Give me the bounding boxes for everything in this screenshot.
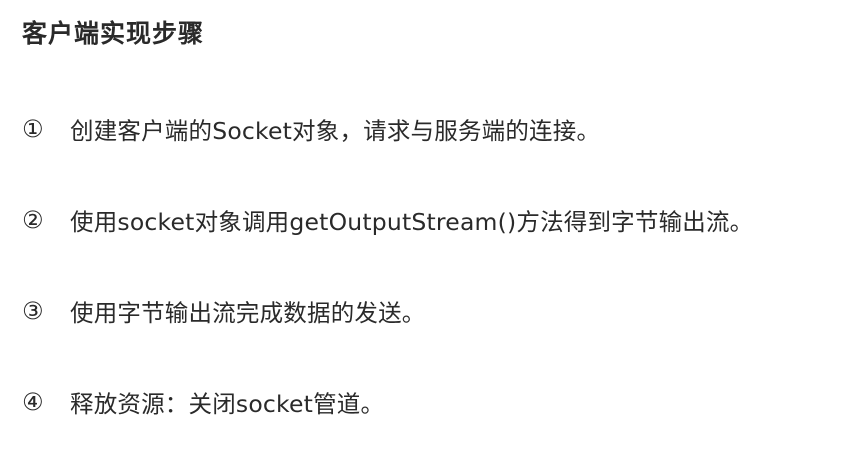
steps-list: ① 创建客户端的Socket对象，请求与服务端的连接。 ② 使用socket对象…	[22, 106, 857, 470]
step-text: 创建客户端的Socket对象，请求与服务端的连接。	[70, 117, 601, 145]
step-number: ②	[22, 206, 44, 234]
step-item-4: ④ 释放资源：关闭socket管道。	[22, 379, 857, 425]
step-number: ③	[22, 297, 44, 325]
step-number: ④	[22, 388, 44, 416]
step-item-3: ③ 使用字节输出流完成数据的发送。	[22, 288, 857, 334]
slide: 客户端实现步骤 ① 创建客户端的Socket对象，请求与服务端的连接。 ② 使用…	[0, 0, 865, 445]
step-item-2: ② 使用socket对象调用getOutputStream()方法得到字节输出流…	[22, 197, 857, 243]
step-item-1: ① 创建客户端的Socket对象，请求与服务端的连接。	[22, 106, 857, 152]
step-text: 使用字节输出流完成数据的发送。	[70, 299, 426, 327]
page-title: 客户端实现步骤	[22, 19, 205, 48]
step-text: 释放资源：关闭socket管道。	[70, 390, 385, 418]
step-text: 使用socket对象调用getOutputStream()方法得到字节输出流。	[70, 208, 754, 236]
step-number: ①	[22, 115, 44, 143]
